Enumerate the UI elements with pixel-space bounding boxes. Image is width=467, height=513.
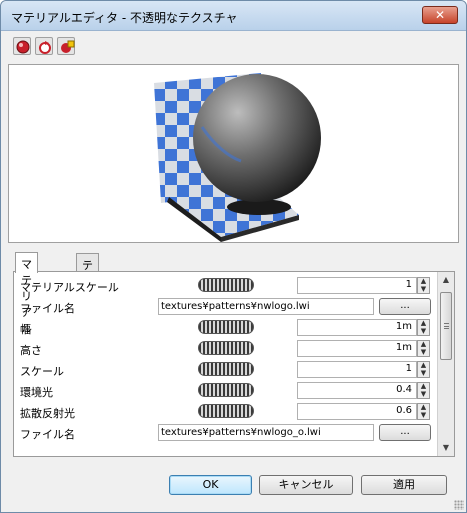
value-dial[interactable] <box>198 320 254 334</box>
spinner[interactable]: ▲ ▼ <box>417 340 430 357</box>
row-label: 環境光 <box>20 386 53 399</box>
scroll-thumb[interactable] <box>440 292 452 360</box>
value-dial[interactable] <box>198 383 254 397</box>
number-field[interactable]: 0.6 <box>297 403 417 420</box>
file-path-field[interactable]: textures¥patterns¥nwlogo_o.lwi <box>158 424 374 441</box>
spinner[interactable]: ▲ ▼ <box>417 361 430 378</box>
row-label: スケール <box>20 365 64 378</box>
property-row: 拡散反射光 0.6 ▲ ▼ <box>14 401 437 422</box>
row-label: 拡散反射光 <box>20 407 75 420</box>
apply-button[interactable]: 適用 <box>361 475 447 495</box>
property-row: 高さ 1m ▲ ▼ <box>14 338 437 359</box>
property-row: 環境光 0.4 ▲ ▼ <box>14 380 437 401</box>
scroll-up-arrow[interactable]: ▲ <box>438 272 454 288</box>
tab-texture[interactable]: テクスチャ <box>76 253 99 336</box>
cancel-button[interactable]: キャンセル <box>259 475 353 495</box>
refresh-icon <box>39 41 51 54</box>
tab-material[interactable]: マテリアル <box>15 252 38 335</box>
settings-icon <box>61 40 75 53</box>
close-button[interactable]: ✕ <box>422 6 458 24</box>
property-rows: マテリアルスケール 1 ▲ ▼ ファイル名 textures¥patterns¥n… <box>14 272 437 456</box>
property-row: スケール 1 ▲ ▼ <box>14 359 437 380</box>
settings-button[interactable] <box>57 37 75 55</box>
row-label: 高さ <box>20 344 42 357</box>
number-field[interactable]: 1 <box>297 277 417 294</box>
row-label: マテリアルスケール <box>20 281 119 294</box>
render-sphere-button[interactable] <box>13 37 31 55</box>
vertical-scrollbar[interactable]: ▲ ▼ <box>437 272 454 456</box>
window-title: マテリアルエディタ - 不透明なテクスチャ <box>11 11 238 25</box>
value-dial[interactable] <box>198 341 254 355</box>
value-dial[interactable] <box>198 404 254 418</box>
spinner[interactable]: ▲ ▼ <box>417 382 430 399</box>
title-bar[interactable]: マテリアルエディタ - 不透明なテクスチャ ✕ <box>1 1 466 31</box>
row-label: ファイル名 <box>20 428 75 441</box>
number-field[interactable]: 0.4 <box>297 382 417 399</box>
file-path-field[interactable]: textures¥patterns¥nwlogo.lwi <box>158 298 374 315</box>
number-field[interactable]: 1 <box>297 361 417 378</box>
scroll-down-arrow[interactable]: ▼ <box>438 440 454 456</box>
render-sphere-icon <box>16 40 30 54</box>
property-row: 幅 1m ▲▼ <box>14 317 437 338</box>
browse-button[interactable]: ... <box>379 298 431 315</box>
property-row: ファイル名 textures¥patterns¥nwlogo_o.lwi ... <box>14 422 437 443</box>
browse-button[interactable]: ... <box>379 424 431 441</box>
value-dial[interactable] <box>198 278 254 292</box>
property-row: マテリアルスケール 1 ▲ ▼ <box>14 275 437 296</box>
material-editor-window: マテリアルエディタ - 不透明なテクスチャ ✕ マテリアル テ マテリアルスケー… <box>0 0 467 513</box>
number-field[interactable]: 1m <box>297 340 417 357</box>
spinner[interactable]: ▲ ▼ <box>417 319 430 336</box>
spinner[interactable]: ▲ ▼ <box>417 403 430 420</box>
material-preview <box>8 64 459 243</box>
properties-panel: マテリアルスケール 1 ▲ ▼ ファイル名 textures¥patterns¥n… <box>13 271 455 457</box>
spinner[interactable]: ▲ ▼ <box>417 277 430 294</box>
resize-grip-icon[interactable] <box>454 500 464 510</box>
property-row: ファイル名 textures¥patterns¥nwlogo.lwi ... <box>14 296 437 317</box>
value-dial[interactable] <box>198 362 254 376</box>
number-field[interactable]: 1m <box>297 319 417 336</box>
ok-button[interactable]: OK <box>169 475 252 495</box>
refresh-button[interactable] <box>35 37 53 55</box>
